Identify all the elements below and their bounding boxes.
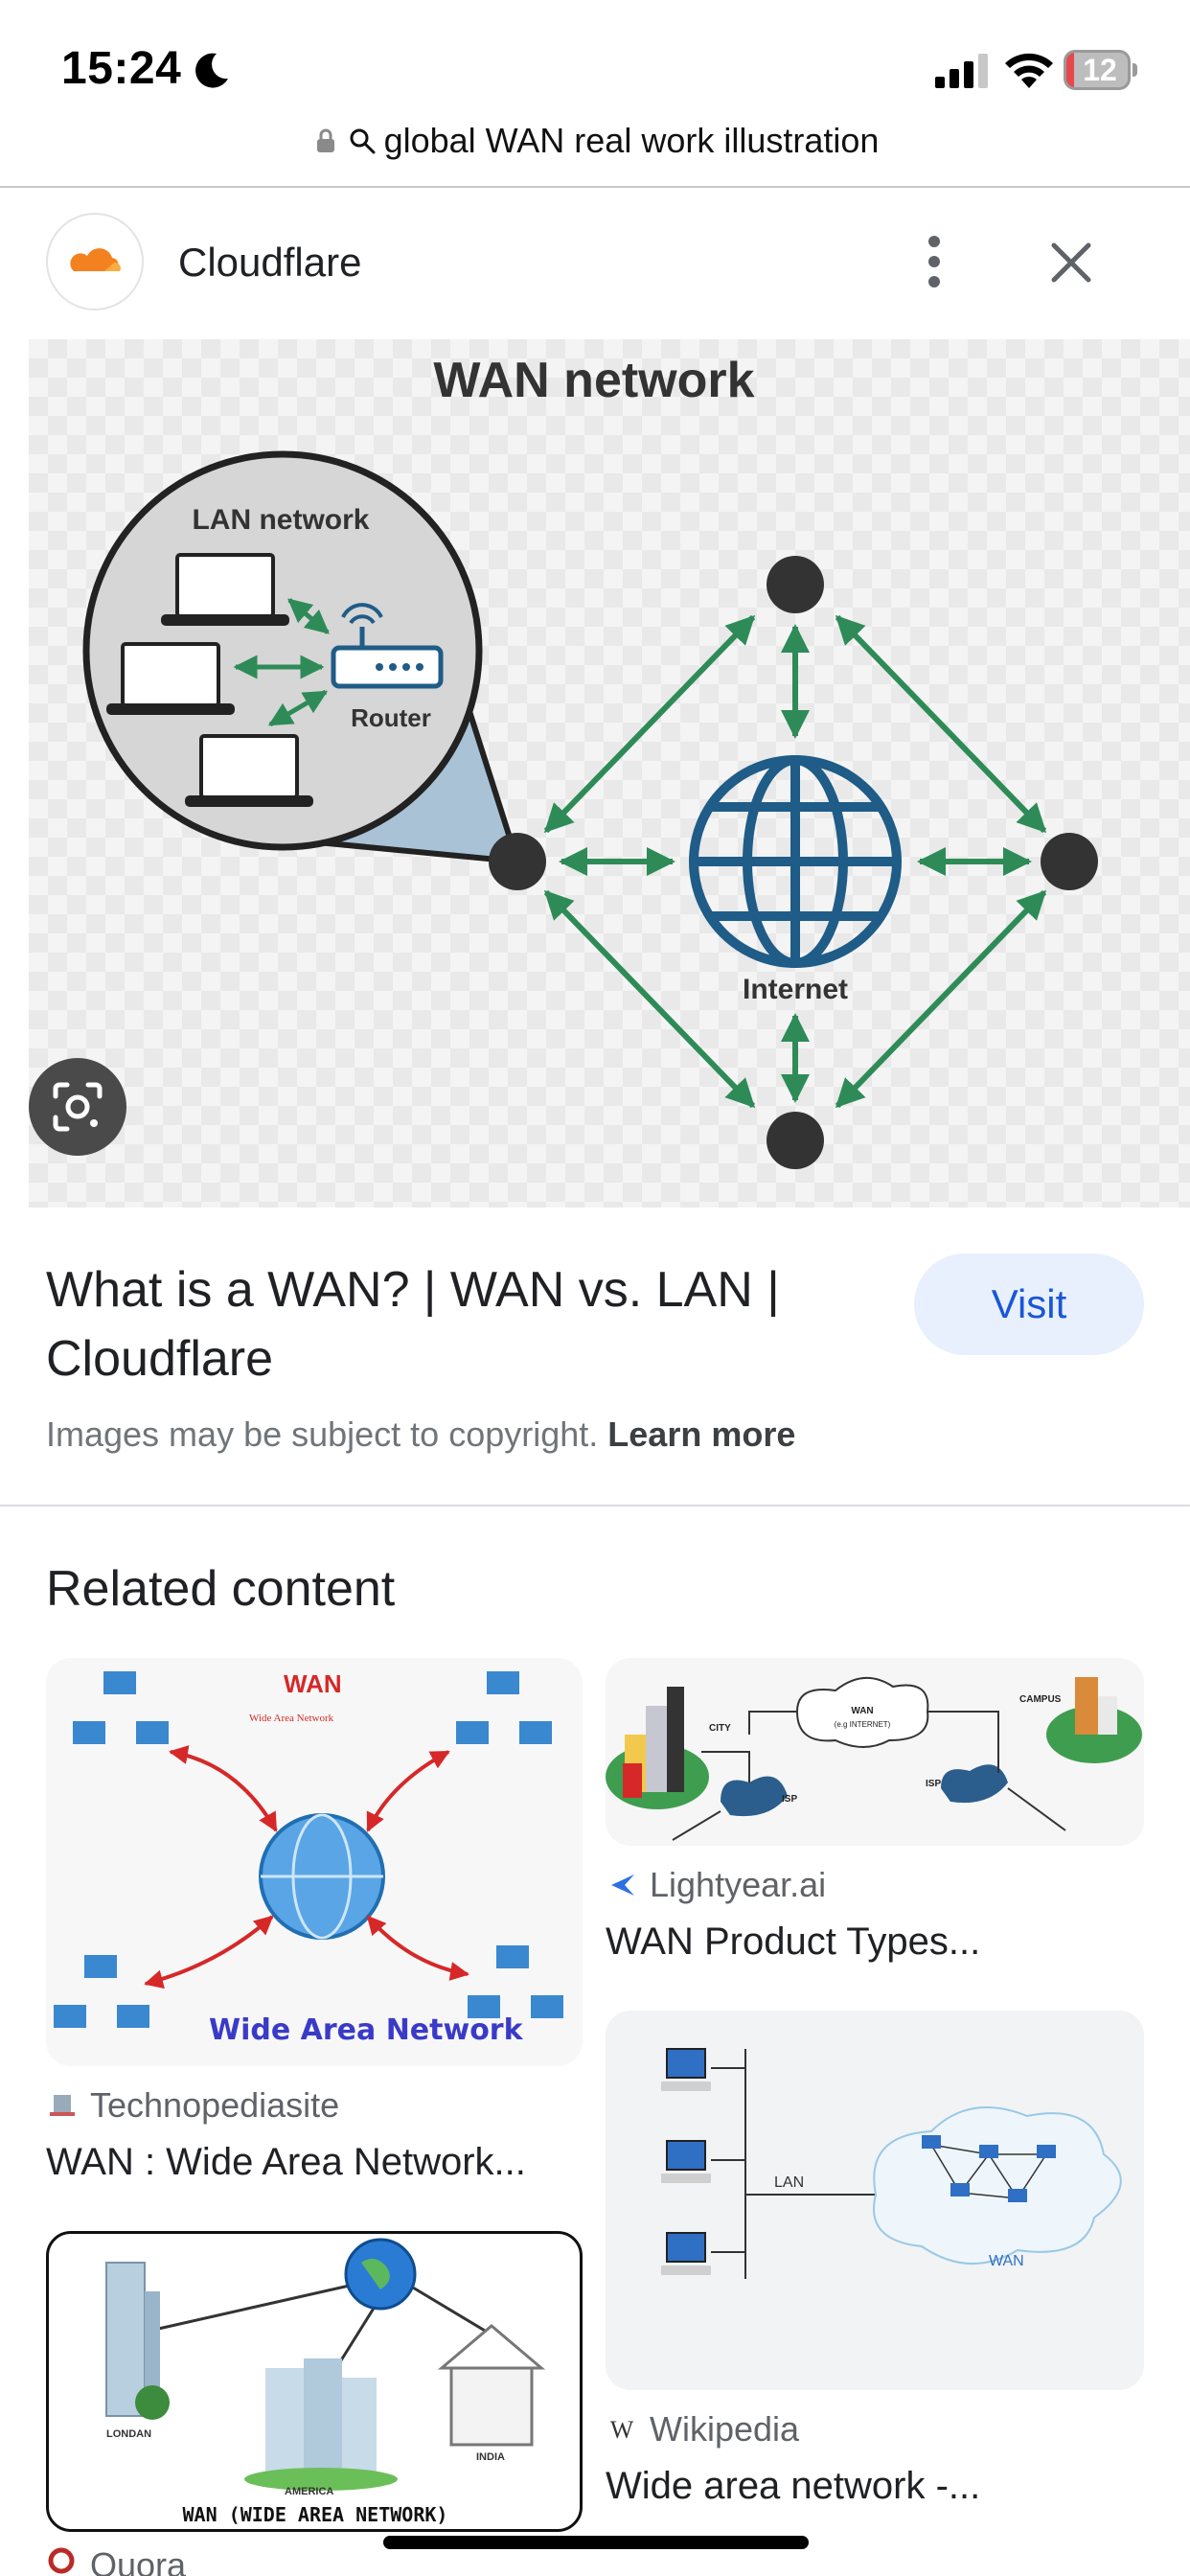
related-source: Lightyear.ai — [606, 1865, 826, 1905]
internet-globe-icon — [689, 755, 902, 968]
related-source-name: Quora — [90, 2545, 187, 2576]
wan-subtext: Wide Area Network — [249, 1713, 334, 1724]
cloud-icon — [70, 248, 121, 271]
status-time: 15:24 — [61, 43, 182, 94]
lan-label: LAN — [774, 2174, 804, 2191]
related-source: Technopediasite — [46, 2085, 339, 2126]
isp-label-1: ISP — [782, 1794, 797, 1805]
battery-indicator: 12 — [1064, 50, 1138, 90]
related-image-graphic: CITY ISP WAN (e.g INTERNET) ISP CAMPUS — [606, 1676, 1142, 1841]
wikipedia-icon: W — [610, 2416, 634, 2444]
city-label: CITY — [709, 1723, 731, 1734]
image-caption: WAN (WIDE AREA NETWORK) — [183, 2503, 448, 2526]
campus-label: CAMPUS — [1019, 1694, 1062, 1705]
wan-label: WAN — [989, 2253, 1024, 2269]
close-icon[interactable] — [1044, 236, 1098, 289]
related-image-wan-wikipedia[interactable]: LAN WAN — [606, 2011, 1144, 2390]
router-label: Router — [351, 703, 431, 732]
related-title[interactable]: WAN : Wide Area Network... — [46, 2141, 526, 2184]
wan-sublabel: (e.g INTERNET) — [835, 1720, 891, 1729]
technopedia-icon — [50, 2095, 75, 2116]
search-icon — [350, 128, 376, 154]
diagram-title: WAN network — [433, 353, 754, 408]
divider — [0, 186, 1190, 188]
network-node — [489, 833, 546, 890]
internet-label: Internet — [743, 974, 848, 1005]
related-source-name: Technopediasite — [90, 2085, 340, 2125]
quora-icon — [48, 2547, 75, 2574]
laptop-icon — [161, 553, 289, 626]
svg-text:W: W — [610, 2416, 634, 2444]
related-source: W Wikipedia — [606, 2409, 799, 2450]
america-label: AMERICA — [285, 2486, 333, 2497]
related-source: Quora — [46, 2545, 186, 2576]
learn-more-link[interactable]: Learn more — [607, 1414, 795, 1454]
related-title[interactable]: WAN Product Types... — [606, 1920, 980, 1964]
image-caption: Wide Area Network — [209, 2013, 524, 2047]
more-options-icon[interactable] — [912, 230, 956, 293]
related-image-graphic: LAN WAN — [661, 2048, 1122, 2279]
wifi-icon — [1005, 53, 1053, 88]
lens-icon — [53, 1082, 103, 1132]
related-source-name: Lightyear.ai — [650, 1865, 827, 1904]
google-lens-button[interactable] — [29, 1058, 126, 1156]
wan-text: WAN — [284, 1669, 342, 1698]
related-image-wan-lightyear[interactable]: CITY ISP WAN (e.g INTERNET) ISP CAMPUS — [606, 1658, 1144, 1846]
wan-diagram: WAN network LAN network Router Internet — [82, 353, 1098, 1169]
india-label: INDIA — [476, 2451, 505, 2463]
source-header: Cloudflare — [0, 213, 1190, 312]
related-image-graphic: LONDAN AMERICA INDIA WAN (WIDE AREA NETW… — [105, 2238, 546, 2526]
network-node — [767, 556, 824, 613]
status-bar: 15:24 12 — [0, 0, 1190, 134]
network-node — [767, 1112, 824, 1169]
divider — [0, 1505, 1190, 1506]
lock-icon — [316, 128, 334, 152]
london-label: LONDAN — [106, 2428, 151, 2440]
network-node — [1041, 833, 1098, 890]
visit-button[interactable]: Visit — [914, 1254, 1144, 1355]
isp-label-2: ISP — [926, 1779, 941, 1789]
wan-label: WAN — [851, 1706, 873, 1716]
result-title[interactable]: What is a WAN? | WAN vs. LAN | Cloudflar… — [46, 1255, 870, 1393]
related-image-wan-technopedia[interactable]: WAN Wide Area Network Wide Area Network — [46, 1658, 583, 2066]
battery-percent: 12 — [1083, 53, 1117, 87]
copyright-text: Images may be subject to copyright. — [46, 1414, 608, 1454]
cellular-signal-icon — [935, 54, 988, 88]
related-title[interactable]: Wide area network -... — [606, 2465, 980, 2508]
laptop-icon — [185, 734, 313, 807]
lightyear-icon — [611, 1874, 634, 1896]
cloudflare-logo[interactable] — [46, 213, 144, 310]
address-bar[interactable]: global WAN real work illustration — [0, 121, 1190, 169]
related-image-wan-quora[interactable]: LONDAN AMERICA INDIA WAN (WIDE AREA NETW… — [46, 2231, 583, 2532]
related-image-graphic: WAN Wide Area Network Wide Area Network — [54, 1669, 563, 2047]
moon-icon — [195, 53, 228, 88]
related-content-heading: Related content — [46, 1561, 396, 1617]
main-image-preview[interactable]: WAN network LAN network Router Internet — [29, 339, 1190, 1208]
source-name[interactable]: Cloudflare — [178, 240, 361, 286]
address-bar-query: global WAN real work illustration — [383, 121, 880, 160]
home-indicator[interactable] — [383, 2536, 809, 2549]
lan-label: LAN network — [192, 504, 369, 536]
laptop-icon — [106, 642, 235, 715]
copyright-notice: Images may be subject to copyright. Lear… — [46, 1414, 795, 1455]
related-source-name: Wikipedia — [650, 2409, 800, 2449]
